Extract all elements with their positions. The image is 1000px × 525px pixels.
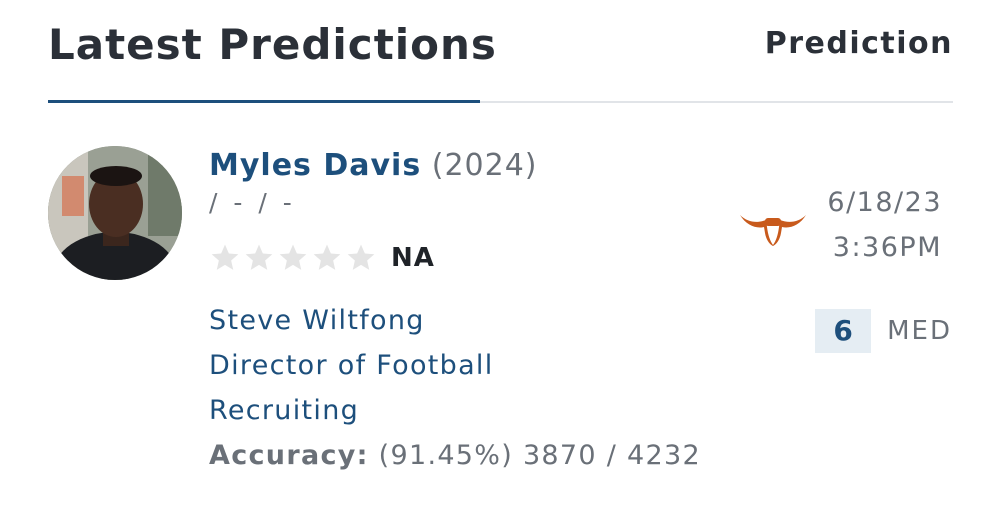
player-name-link[interactable]: Myles Davis [209, 148, 421, 183]
player-avatar[interactable] [48, 146, 182, 280]
section-header: Latest Predictions Prediction [48, 16, 953, 86]
prediction-date: 6/18/23 [827, 187, 942, 218]
star-icon [211, 244, 239, 270]
expert-title-line2: Recruiting [209, 395, 360, 426]
player-rating-value: NA [391, 243, 435, 273]
star-icon [245, 244, 273, 270]
star-icon [313, 244, 341, 270]
latest-predictions-widget: Latest Predictions Prediction Myles Davi… [0, 0, 1000, 525]
star-icon [347, 244, 375, 270]
section-title: Latest Predictions [48, 20, 497, 69]
prediction-time: 3:36PM [832, 232, 942, 263]
expert-accuracy: Accuracy: (91.45%) 3870 / 4232 [209, 433, 749, 478]
prediction-timestamp: 6/18/23 3:36PM [827, 180, 942, 270]
expert-name-link[interactable]: Steve Wiltfong [209, 298, 749, 343]
confidence-indicator: 6 MED [815, 309, 952, 353]
player-class-year: (2024) [431, 148, 538, 183]
longhorn-icon [740, 215, 806, 246]
prediction-column-label: Prediction [764, 26, 953, 61]
expert-title-line1: Director of Football [209, 350, 494, 381]
star-rating [209, 242, 377, 274]
accuracy-value: (91.45%) 3870 / 4232 [378, 440, 701, 471]
player-position-meta: / - / - [209, 188, 296, 217]
confidence-level: MED [887, 316, 952, 346]
prediction-info: Myles Davis (2024) / - / - NA Steve Wilt… [209, 140, 749, 478]
player-rating-row: NA [209, 240, 749, 276]
accuracy-label: Accuracy: [209, 440, 369, 471]
star-icon [279, 244, 307, 270]
confidence-value: 6 [815, 309, 872, 353]
expert-info: Steve Wiltfong Director of Football Recr… [209, 298, 749, 433]
player-name-line: Myles Davis (2024) [209, 140, 749, 192]
header-divider-accent [48, 100, 480, 103]
